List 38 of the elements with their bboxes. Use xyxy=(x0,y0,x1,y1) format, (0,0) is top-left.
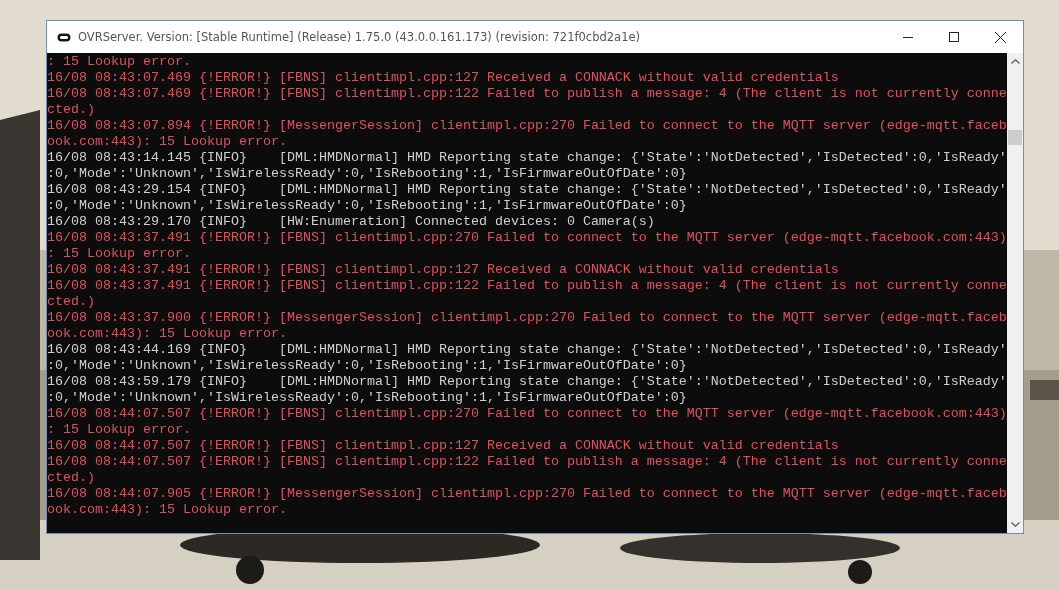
close-icon xyxy=(994,31,1006,43)
log-line: 16/08 08:43:37.491 {!ERROR!} [FBNS] clientimpl.cpp:122 Failed to publish a message: 4 (The client is not currently conne xyxy=(47,278,1007,294)
maximize-icon xyxy=(949,32,959,42)
log-line: ook.com:443): 15 Lookup error. xyxy=(47,502,287,518)
log-line: 16/08 08:43:07.894 {!ERROR!} [MessengerSession] clientimpl.cpp:270 Failed to connect to the MQTT server (edge-mqtt.faceb xyxy=(47,118,1007,134)
log-line: 16/08 08:43:07.469 {!ERROR!} [FBNS] clientimpl.cpp:127 Received a CONNACK without valid credentials xyxy=(47,70,839,86)
headset-icon xyxy=(57,32,71,42)
window-title: OVRServer. Version: [Stable Runtime] (Release) 1.75.0 (43.0.0.161.173) (revision: 721f0cbd2a1e) xyxy=(78,30,640,44)
log-line: : 15 Lookup error. xyxy=(47,246,191,262)
scrollbar[interactable] xyxy=(1007,53,1023,533)
log-line: cted.) xyxy=(47,470,95,486)
log-line: 16/08 08:43:59.179 {INFO} [DML:HMDNormal] HMD Reporting state change: {'State':'NotDetected','IsDetected':0,'IsReady' xyxy=(47,374,1007,390)
log-line: :0,'Mode':'Unknown','IsWirelessReady':0,'IsRebooting':1,'IsFirmwareOutOfDate':0} xyxy=(47,390,687,406)
log-line: 16/08 08:43:37.900 {!ERROR!} [MessengerSession] clientimpl.cpp:270 Failed to connect to the MQTT server (edge-mqtt.faceb xyxy=(47,310,1007,326)
log-line: 16/08 08:43:37.491 {!ERROR!} [FBNS] clientimpl.cpp:270 Failed to connect to the MQTT server (edge-mqtt.facebook.com:443) xyxy=(47,230,1007,246)
log-line: 16/08 08:43:29.170 {INFO} [HW:Enumeration] Connected devices: 0 Camera(s) xyxy=(47,214,655,230)
scroll-thumb[interactable] xyxy=(1008,130,1022,145)
minimize-icon xyxy=(903,36,913,38)
log-line: 16/08 08:44:07.507 {!ERROR!} [FBNS] clientimpl.cpp:127 Received a CONNACK without valid credentials xyxy=(47,438,839,454)
log-line: :0,'Mode':'Unknown','IsWirelessReady':0,'IsRebooting':1,'IsFirmwareOutOfDate':0} xyxy=(47,166,687,182)
log-line: 16/08 08:44:07.905 {!ERROR!} [MessengerSession] clientimpl.cpp:270 Failed to connect to the MQTT server (edge-mqtt.faceb xyxy=(47,486,1007,502)
log-line: 16/08 08:44:07.507 {!ERROR!} [FBNS] clientimpl.cpp:122 Failed to publish a message: 4 (The client is not currently conne xyxy=(47,454,1007,470)
log-line: :0,'Mode':'Unknown','IsWirelessReady':0,'IsRebooting':1,'IsFirmwareOutOfDate':0} xyxy=(47,198,687,214)
log-line: 16/08 08:43:44.169 {INFO} [DML:HMDNormal] HMD Reporting state change: {'State':'NotDetected','IsDetected':0,'IsReady' xyxy=(47,342,1007,358)
log-line: ook.com:443): 15 Lookup error. xyxy=(47,326,287,342)
log-line: 16/08 08:43:14.145 {INFO} [DML:HMDNormal] HMD Reporting state change: {'State':'NotDetected','IsDetected':0,'IsReady' xyxy=(47,150,1007,166)
log-line: 16/08 08:43:29.154 {INFO} [DML:HMDNormal] HMD Reporting state change: {'State':'NotDetected','IsDetected':0,'IsReady' xyxy=(47,182,1007,198)
log-line: cted.) xyxy=(47,294,95,310)
log-line: 16/08 08:43:37.491 {!ERROR!} [FBNS] clientimpl.cpp:127 Received a CONNACK without valid credentials xyxy=(47,262,839,278)
scroll-down-icon[interactable] xyxy=(1010,522,1020,527)
log-line: : 15 Lookup error. xyxy=(47,54,191,70)
log-line: ook.com:443): 15 Lookup error. xyxy=(47,134,287,150)
log-line: : 15 Lookup error. xyxy=(47,422,191,438)
log-line: :0,'Mode':'Unknown','IsWirelessReady':0,'IsRebooting':1,'IsFirmwareOutOfDate':0} xyxy=(47,358,687,374)
scroll-up-icon[interactable] xyxy=(1010,59,1020,64)
log-line: 16/08 08:44:07.507 {!ERROR!} [FBNS] clientimpl.cpp:270 Failed to connect to the MQTT server (edge-mqtt.facebook.com:443) xyxy=(47,406,1007,422)
log-line: cted.) xyxy=(47,102,95,118)
log-line: 16/08 08:43:07.469 {!ERROR!} [FBNS] clientimpl.cpp:122 Failed to publish a message: 4 (The client is not currently conne xyxy=(47,86,1007,102)
